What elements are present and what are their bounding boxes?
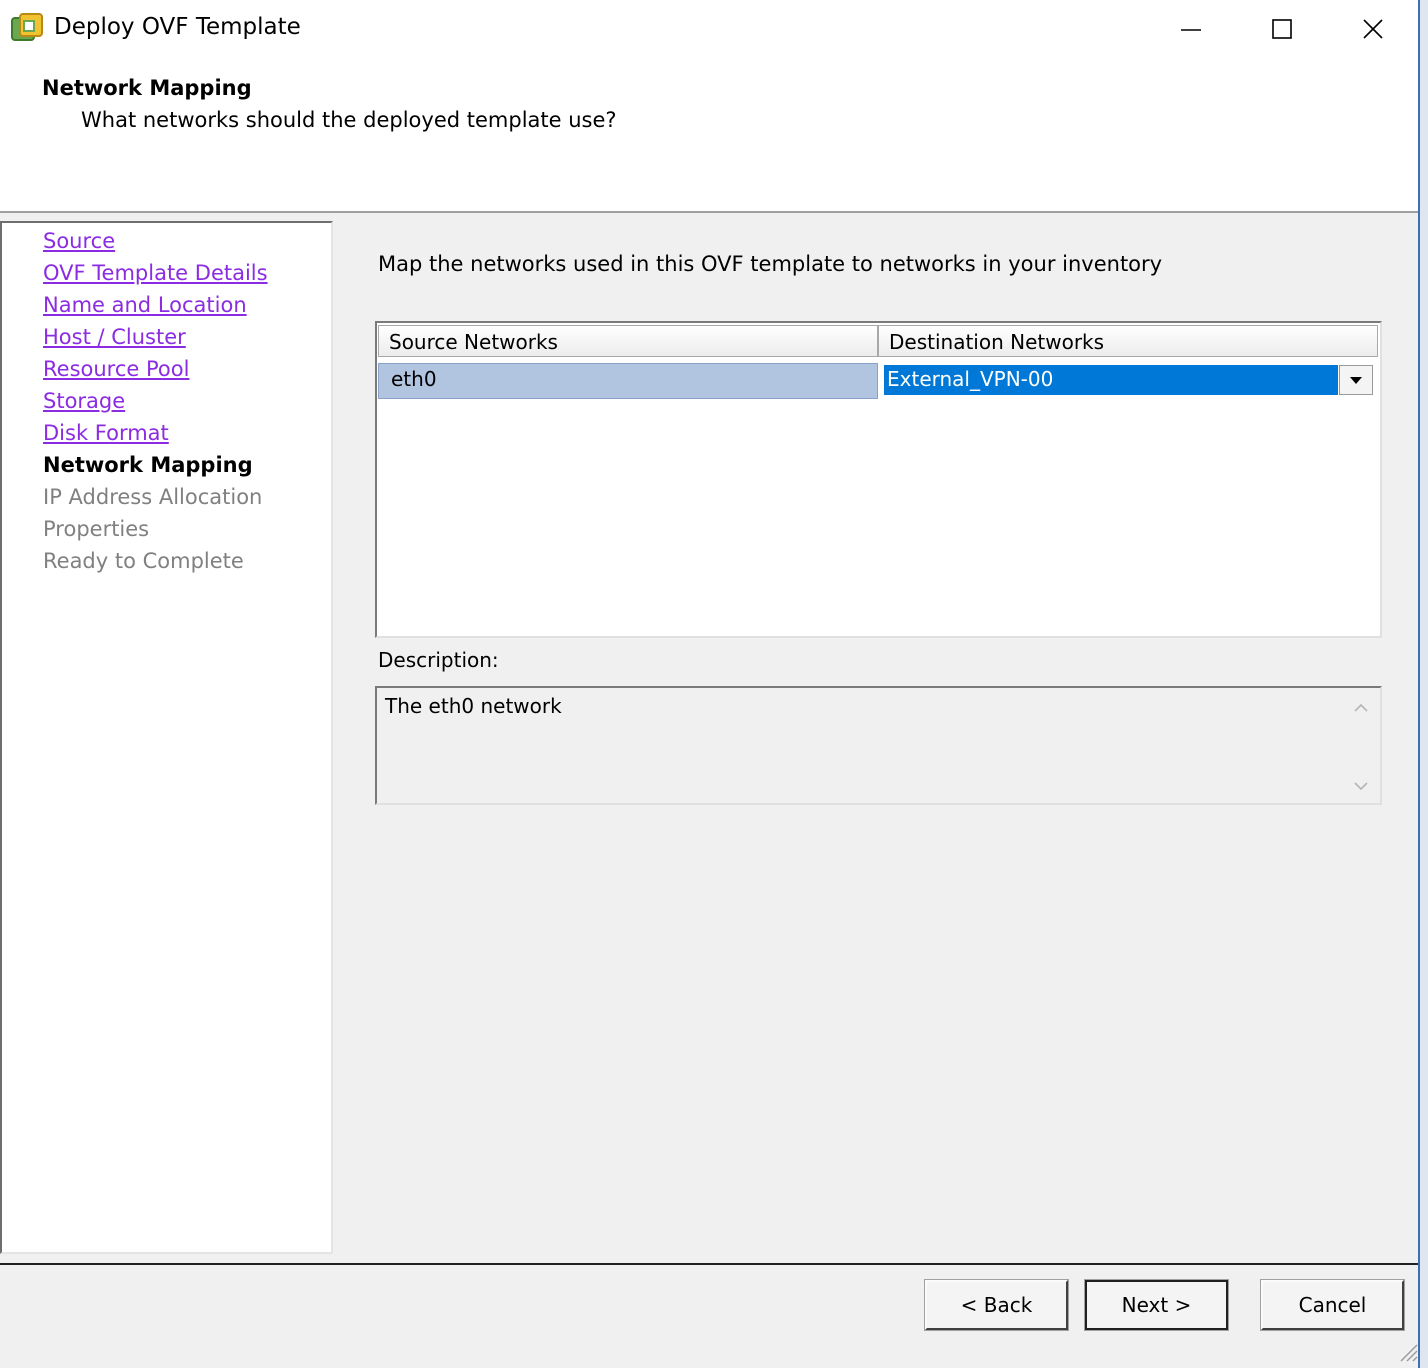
resize-grip[interactable] — [1396, 1340, 1418, 1362]
maximize-button[interactable] — [1259, 8, 1305, 50]
chevron-down-icon — [1350, 377, 1362, 384]
scroll-down-button[interactable] — [1349, 774, 1373, 798]
description-label: Description: — [378, 648, 499, 672]
column-header-source-networks[interactable]: Source Networks — [378, 325, 878, 357]
window-title: Deploy OVF Template — [54, 14, 301, 40]
background-window-edge — [1418, 0, 1428, 1368]
back-button[interactable]: < Back — [925, 1280, 1068, 1330]
next-button[interactable]: Next > — [1085, 1280, 1228, 1330]
step-name-and-location[interactable]: Name and Location — [43, 293, 247, 317]
close-button[interactable] — [1350, 8, 1396, 50]
minimize-button[interactable] — [1168, 8, 1214, 50]
source-network-cell[interactable]: eth0 — [378, 363, 878, 399]
network-mapping-table: Source Networks Destination Networks eth… — [375, 321, 1382, 638]
step-source[interactable]: Source — [43, 229, 115, 253]
step-storage[interactable]: Storage — [43, 389, 125, 413]
minimize-icon — [1181, 29, 1201, 31]
chevron-up-icon — [1354, 703, 1368, 712]
destination-network-select[interactable]: External_VPN-00 — [882, 365, 1338, 395]
mapping-instruction: Map the networks used in this OVF templa… — [378, 252, 1163, 276]
scroll-up-button[interactable] — [1349, 696, 1373, 720]
step-ip-address-allocation: IP Address Allocation — [43, 485, 263, 509]
step-network-mapping: Network Mapping — [43, 453, 253, 477]
resize-grip-icon — [1400, 1344, 1418, 1362]
vsphere-app-icon — [10, 12, 44, 46]
column-header-destination-networks[interactable]: Destination Networks — [878, 325, 1378, 357]
wizard-steps-sidebar: Source OVF Template Details Name and Loc… — [0, 221, 333, 1254]
maximize-icon — [1272, 19, 1292, 39]
cancel-button[interactable]: Cancel — [1261, 1280, 1404, 1330]
page-title: Network Mapping — [42, 76, 252, 100]
step-ovf-template-details[interactable]: OVF Template Details — [43, 261, 268, 285]
close-icon — [1363, 19, 1383, 39]
step-host-cluster[interactable]: Host / Cluster — [43, 325, 186, 349]
step-properties: Properties — [43, 517, 150, 541]
step-resource-pool[interactable]: Resource Pool — [43, 357, 189, 381]
description-box[interactable]: The eth0 network — [375, 686, 1382, 805]
page-subtitle: What networks should the deployed templa… — [81, 108, 617, 132]
chevron-down-icon — [1354, 782, 1368, 791]
step-disk-format[interactable]: Disk Format — [43, 421, 169, 445]
step-ready-to-complete: Ready to Complete — [43, 549, 244, 573]
description-text: The eth0 network — [385, 694, 562, 718]
destination-dropdown-button[interactable] — [1339, 365, 1373, 395]
